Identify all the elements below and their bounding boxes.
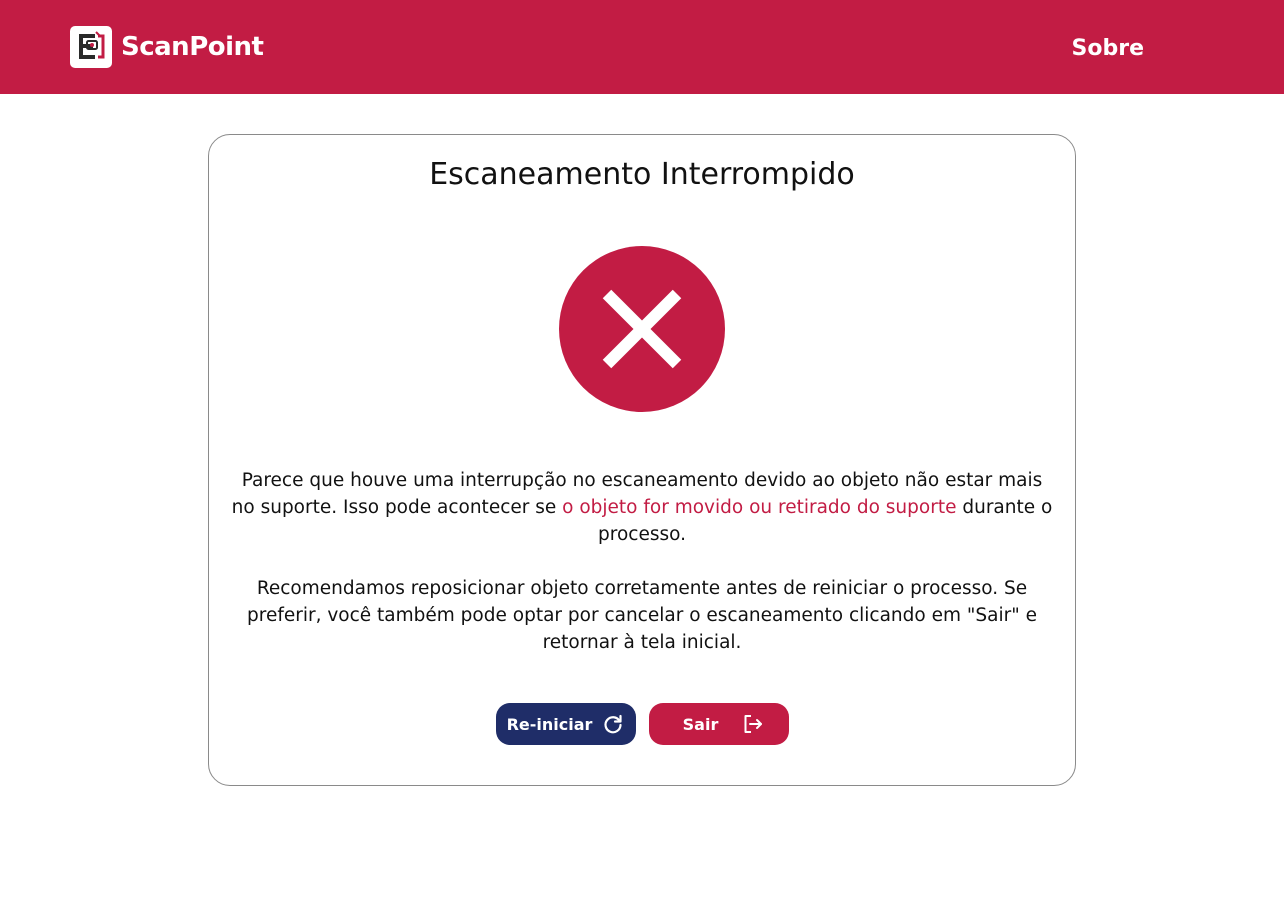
- app-header: ScanPoint Sobre: [0, 0, 1284, 94]
- logout-icon: [742, 713, 764, 735]
- brand-logo[interactable]: ScanPoint: [70, 26, 264, 68]
- restart-button[interactable]: Re-iniciar: [495, 703, 636, 745]
- exit-button[interactable]: Sair: [648, 703, 789, 745]
- message-paragraph-interruption: Parece que houve uma interrupção no esca…: [229, 467, 1055, 548]
- scanpoint-logo-icon: [70, 26, 112, 68]
- brand-name: ScanPoint: [121, 32, 264, 62]
- error-x-icon: [559, 246, 725, 412]
- nav-about-link[interactable]: Sobre: [1072, 36, 1144, 61]
- message-paragraph-recommendation: Recomendamos reposicionar objeto correta…: [247, 578, 1037, 653]
- page-title: Escaneamento Interrompido: [429, 157, 855, 192]
- scan-interrupted-card: Escaneamento Interrompido Parece que hou…: [208, 134, 1076, 786]
- action-buttons: Re-iniciar Sair: [209, 703, 1075, 745]
- message-highlight: o objeto for movido ou retirado do supor…: [562, 497, 957, 518]
- restart-button-label: Re-iniciar: [506, 714, 593, 734]
- exit-button-label: Sair: [682, 714, 719, 734]
- refresh-icon: [602, 713, 624, 735]
- error-message: Parece que houve uma interrupção no esca…: [229, 467, 1055, 656]
